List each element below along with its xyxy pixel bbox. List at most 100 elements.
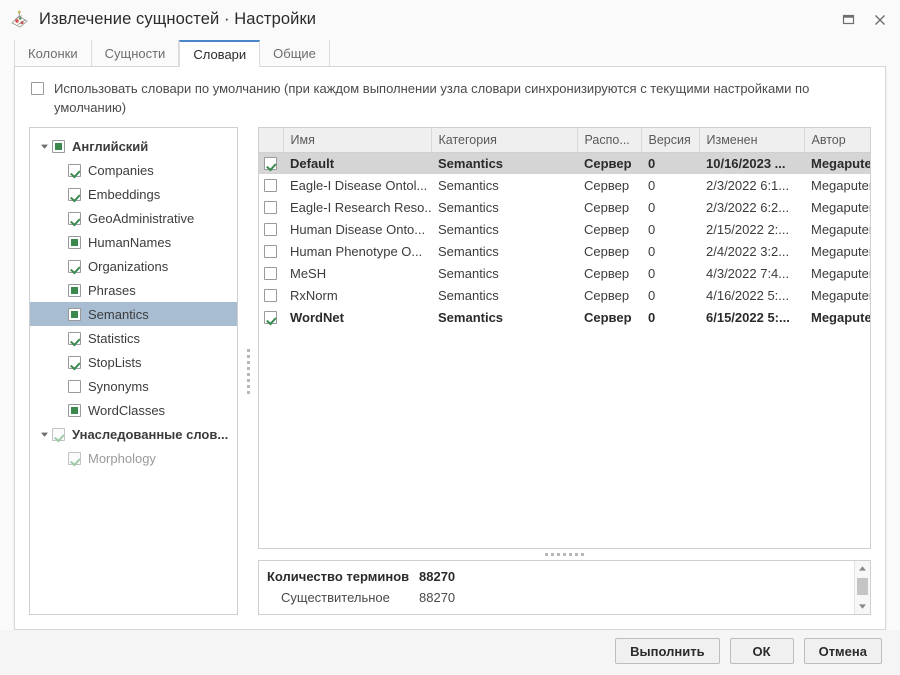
dictionary-category-cell: Semantics — [438, 221, 499, 237]
table-header-row: Имя Категория Распо... Версия Изменен Ав… — [259, 128, 870, 153]
tree-item-checkbox[interactable] — [68, 307, 81, 321]
use-default-dictionaries-checkbox[interactable] — [31, 82, 44, 95]
tree-item-checkbox[interactable] — [68, 235, 81, 249]
dictionary-table-container: Имя Категория Распо... Версия Изменен Ав… — [258, 127, 871, 549]
table-row[interactable]: Eagle-I Disease Ontol... Semantics Сервер 0… — [259, 174, 870, 196]
table-row[interactable]: Human Disease Onto... Semantics Сервер 0 2/1… — [259, 218, 870, 240]
row-select-cell[interactable] — [259, 240, 283, 262]
dictionary-location-cell: Сервер — [584, 287, 630, 303]
row-select-cell[interactable] — [259, 174, 283, 196]
tree-item-checkbox[interactable] — [68, 379, 81, 393]
table-row[interactable]: RxNorm Semantics Сервер 0 4/16/2022 5:... Meg… — [259, 284, 870, 306]
dictionary-name-cell: Eagle-I Research Reso... — [290, 199, 431, 215]
row-select-cell[interactable] — [259, 218, 283, 240]
column-header-modified[interactable]: Изменен — [699, 128, 805, 153]
tree-item-checkbox[interactable] — [68, 355, 81, 369]
tree-item-statistics[interactable]: Statistics — [30, 326, 237, 350]
row-select-cell[interactable] — [259, 262, 283, 284]
row-checkbox[interactable] — [264, 244, 277, 258]
tree-item-label: Унаследованные слов... — [72, 426, 229, 442]
tab-general[interactable]: Общие — [260, 40, 330, 66]
dictionary-modified-cell: 6/15/2022 5:... — [706, 309, 790, 325]
dictionary-location-cell: Сервер — [584, 177, 630, 193]
ok-button[interactable]: ОК — [729, 638, 794, 664]
tree-item-organizations[interactable]: Organizations — [30, 254, 237, 278]
maximize-button[interactable] — [834, 7, 862, 33]
tree-item-label: Statistics — [88, 330, 141, 346]
scroll-up-icon[interactable] — [855, 561, 871, 576]
column-header-name[interactable]: Имя — [283, 128, 432, 153]
dictionary-version-cell: 0 — [648, 243, 656, 259]
row-select-cell[interactable] — [259, 284, 283, 306]
table-row[interactable]: WordNet Semantics Сервер 0 6/15/2022 5:... Me… — [259, 306, 870, 328]
tree-item-humannames[interactable]: HumanNames — [30, 230, 237, 254]
tree-item-checkbox[interactable] — [68, 259, 81, 273]
tree-item-checkbox[interactable] — [68, 187, 81, 201]
tree-item-phrases[interactable]: Phrases — [30, 278, 237, 302]
tree-item-[interactable]: Унаследованные слов... — [30, 422, 237, 446]
tree-item-wordclasses[interactable]: WordClasses — [30, 398, 237, 422]
tab-columns[interactable]: Колонки — [14, 40, 92, 66]
tree-item-stoplists[interactable]: StopLists — [30, 350, 237, 374]
tree-item-checkbox[interactable] — [52, 427, 65, 441]
chevron-down-icon[interactable] — [36, 143, 52, 150]
tree-item-label: GeoAdministrative — [88, 210, 195, 226]
tree-item-[interactable]: Английский — [30, 134, 237, 158]
row-checkbox[interactable] — [264, 178, 277, 192]
term-count-scrollbar[interactable] — [854, 561, 870, 614]
horizontal-splitter[interactable] — [258, 549, 871, 560]
table-row[interactable]: Human Phenotype O... Semantics Сервер 0 2/4/… — [259, 240, 870, 262]
tree-item-checkbox[interactable] — [68, 403, 81, 417]
tree-item-morphology[interactable]: Morphology — [30, 446, 237, 470]
column-header-location[interactable]: Распо... — [577, 128, 642, 153]
scrollbar-thumb[interactable] — [857, 578, 868, 595]
tree-item-geoadministrative[interactable]: GeoAdministrative — [30, 206, 237, 230]
tree-item-label: Phrases — [88, 282, 136, 298]
table-row[interactable]: MeSH Semantics Сервер 0 4/3/2022 7:4... Megap… — [259, 262, 870, 284]
cancel-button[interactable]: Отмена — [803, 638, 882, 664]
use-default-dictionaries-row[interactable]: Использовать словари по умолчанию (при к… — [15, 67, 885, 127]
tree-item-semantics[interactable]: Semantics — [30, 302, 237, 326]
tree-item-checkbox[interactable] — [68, 331, 81, 345]
tree-item-checkbox[interactable] — [68, 283, 81, 297]
row-checkbox[interactable] — [264, 156, 277, 170]
tree-item-checkbox[interactable] — [52, 139, 65, 153]
tree-item-checkbox[interactable] — [68, 211, 81, 225]
dictionaries-tab-panel: Использовать словари по умолчанию (при к… — [14, 66, 886, 630]
chevron-down-icon[interactable] — [36, 431, 52, 438]
table-row[interactable]: Eagle-I Research Reso... Semantics Сервер 0… — [259, 196, 870, 218]
row-select-cell[interactable] — [259, 196, 283, 218]
dictionary-author-cell: Megaputer — [811, 221, 870, 237]
row-select-cell[interactable] — [259, 306, 283, 328]
tree-item-checkbox[interactable] — [68, 163, 81, 177]
tab-label: Колонки — [28, 45, 78, 61]
term-count-value: 88270 — [419, 590, 456, 605]
dictionary-tree-pane: Английский Companies Embeddings GeoAdminist… — [29, 127, 238, 615]
term-count-label: Количество терминов — [267, 569, 410, 584]
row-checkbox[interactable] — [264, 310, 277, 324]
tab-dictionaries[interactable]: Словари — [179, 40, 261, 67]
row-checkbox[interactable] — [264, 222, 277, 236]
term-count-panel: Количество терминов 88270 Существительное 8… — [258, 560, 871, 615]
scroll-down-icon[interactable] — [855, 599, 871, 614]
scrollbar-track[interactable] — [855, 576, 870, 599]
column-header-version[interactable]: Версия — [641, 128, 700, 153]
dictionary-author-cell: Megaputer — [811, 243, 870, 259]
run-button[interactable]: Выполнить — [615, 638, 720, 664]
vertical-splitter[interactable] — [238, 127, 258, 615]
tab-label: Словари — [193, 47, 247, 62]
tree-item-synonyms[interactable]: Synonyms — [30, 374, 237, 398]
close-button[interactable] — [866, 7, 894, 33]
row-checkbox[interactable] — [264, 200, 277, 214]
tab-entities[interactable]: Сущности — [92, 40, 180, 66]
column-header-select[interactable] — [259, 128, 284, 153]
row-checkbox[interactable] — [264, 288, 277, 302]
column-header-author[interactable]: Автор — [804, 128, 870, 153]
row-checkbox[interactable] — [264, 266, 277, 280]
tree-item-embeddings[interactable]: Embeddings — [30, 182, 237, 206]
row-select-cell[interactable] — [259, 152, 283, 174]
table-row[interactable]: Default Semantics Сервер 0 10/16/2023 ... Meg… — [259, 152, 870, 174]
column-header-category[interactable]: Категория — [431, 128, 578, 153]
tree-item-checkbox[interactable] — [68, 451, 81, 465]
tree-item-companies[interactable]: Companies — [30, 158, 237, 182]
